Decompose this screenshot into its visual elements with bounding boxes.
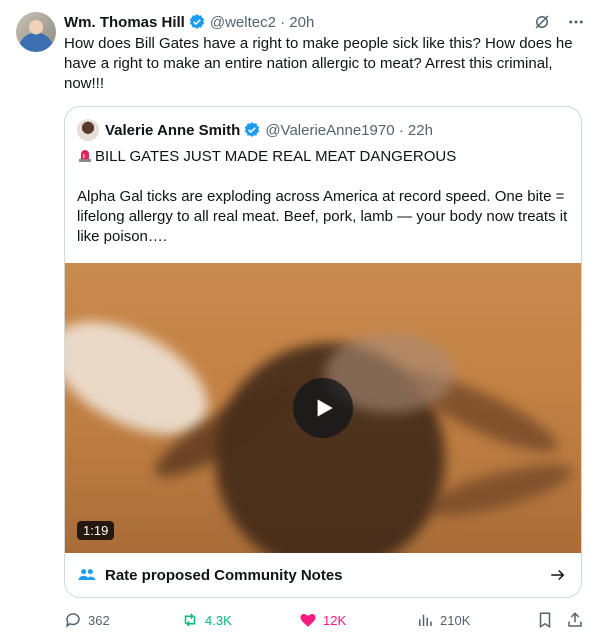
author-handle[interactable]: @weltec2 <box>210 14 276 31</box>
tweet-header: Wm. Thomas Hill @weltec2 · 20h <box>64 12 586 32</box>
bookmark-icon <box>539 612 551 629</box>
grok-icon[interactable] <box>532 12 552 32</box>
quoted-tweet[interactable]: Valerie Anne Smith @ValerieAnne1970 · 22… <box>64 106 582 598</box>
quoted-author-name[interactable]: Valerie Anne Smith <box>105 122 240 139</box>
view-count: 210K <box>440 612 471 628</box>
video-frame-leg <box>423 454 577 526</box>
more-options-icon[interactable] <box>566 12 586 32</box>
tweet-text: How does Bill Gates have a right to make… <box>64 35 573 92</box>
quoted-author-avatar[interactable] <box>77 119 99 141</box>
tweet-actions: 362 4.3K 12K 210K <box>64 608 584 632</box>
share-button[interactable] <box>566 611 584 629</box>
author-name[interactable]: Wm. Thomas Hill <box>64 14 185 31</box>
dot-separator: · <box>394 121 408 139</box>
views-button[interactable]: 210K <box>416 611 536 629</box>
like-count: 12K <box>323 612 347 628</box>
like-button[interactable]: 12K <box>299 611 416 629</box>
share-icon <box>568 612 582 627</box>
reply-icon <box>65 613 80 628</box>
quoted-headline-text: BILL GATES JUST MADE REAL MEAT DANGEROUS <box>95 148 457 165</box>
quoted-tweet-time[interactable]: 22h <box>408 122 433 139</box>
reply-button[interactable]: 362 <box>64 611 181 629</box>
video-player[interactable]: 1:19 <box>65 263 581 553</box>
quoted-author-handle[interactable]: @ValerieAnne1970 <box>265 122 394 139</box>
views-icon <box>419 614 432 626</box>
author-avatar[interactable] <box>16 12 56 52</box>
verified-badge-icon <box>189 14 205 29</box>
repost-button[interactable]: 4.3K <box>181 611 299 629</box>
verified-badge-icon <box>245 122 260 137</box>
reply-count: 362 <box>88 612 110 628</box>
video-duration: 1:19 <box>77 521 115 540</box>
bookmark-button[interactable] <box>536 611 566 629</box>
siren-emoji-icon <box>79 150 91 162</box>
community-notes-button[interactable]: Rate proposed Community Notes <box>65 553 581 597</box>
tweet-time[interactable]: 20h <box>289 14 314 31</box>
play-button[interactable] <box>293 378 353 438</box>
quoted-body: Alpha Gal ticks are exploding across Ame… <box>77 188 568 245</box>
quoted-tweet-header: Valerie Anne Smith @ValerieAnne1970 · 22… <box>77 119 569 141</box>
quoted-tweet-text: BILL GATES JUST MADE REAL MEAT DANGEROUS… <box>77 147 571 267</box>
community-notes-icon <box>78 569 96 580</box>
dot-separator: · <box>275 13 290 31</box>
community-notes-label: Rate proposed Community Notes <box>105 566 343 584</box>
repost-icon <box>184 613 196 627</box>
arrow-right-icon <box>551 569 565 581</box>
quoted-headline: BILL GATES JUST MADE REAL MEAT DANGEROUS <box>77 147 571 167</box>
play-icon <box>317 399 333 417</box>
heart-icon <box>300 614 316 627</box>
repost-count: 4.3K <box>205 612 232 628</box>
